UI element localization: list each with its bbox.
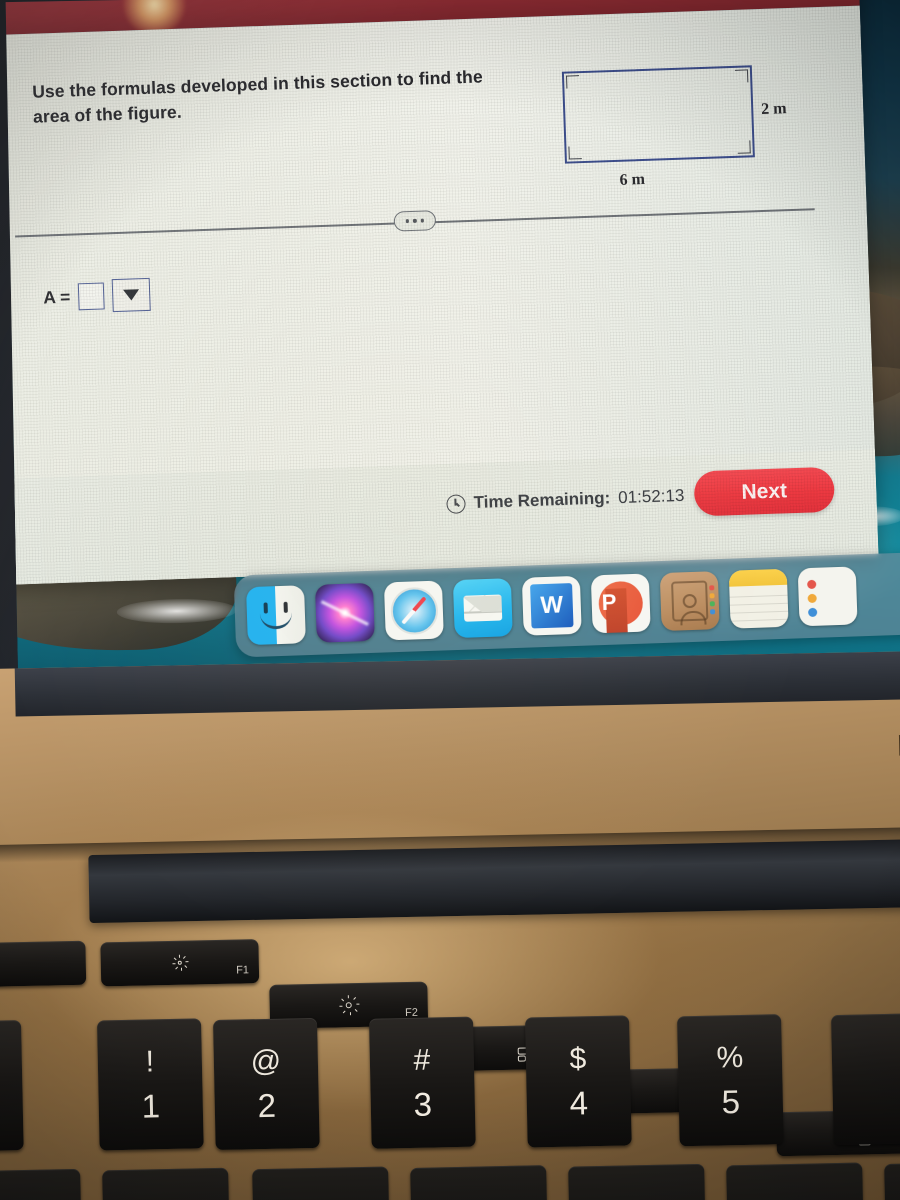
key-tab[interactable] (0, 1168, 83, 1200)
laptop-lid: Use the formulas developed in this secti… (0, 0, 900, 719)
key-y[interactable] (884, 1161, 900, 1200)
dock-item-notes[interactable] (728, 568, 789, 629)
laptop-screen: Use the formulas developed in this secti… (5, 0, 900, 671)
person-icon (682, 593, 697, 609)
photograph-of-laptop: Use the formulas developed in this secti… (0, 0, 900, 1200)
key-4-number: 4 (569, 1083, 589, 1122)
powerpoint-letter: P (601, 589, 617, 616)
dock-item-siri[interactable] (314, 582, 375, 643)
right-angle-icon (734, 69, 749, 83)
time-remaining-label: Time Remaining: (473, 488, 611, 512)
notes-line (730, 610, 789, 614)
key-w[interactable] (252, 1166, 391, 1200)
laptop-keyboard: esc F1 (0, 905, 900, 1200)
key-tilde[interactable] (0, 1020, 24, 1152)
dot-icon (413, 219, 417, 223)
key-f1[interactable]: F1 (100, 939, 260, 987)
key-3-symbol: # (413, 1043, 431, 1077)
key-5-symbol: % (716, 1040, 744, 1075)
next-button[interactable]: Next (693, 466, 835, 517)
reminders-icon (807, 593, 817, 604)
answer-label: A = (42, 286, 71, 308)
safari-icon (389, 586, 439, 635)
dock-item-powerpoint[interactable]: P (590, 573, 651, 634)
notes-line (729, 594, 788, 598)
key-1-symbol: ! (145, 1044, 155, 1078)
contacts-tabs-icon (709, 585, 716, 617)
time-remaining-value: 01:52:13 (617, 485, 685, 508)
notes-line (730, 618, 789, 622)
question-prompt: Use the formulas developed in this secti… (31, 66, 484, 127)
dock-item-mail[interactable] (452, 578, 513, 639)
figure-height-label: 2 m (760, 100, 787, 118)
key-4-symbol: $ (569, 1041, 587, 1076)
key-1-number: 1 (141, 1086, 161, 1125)
rectangle-shape (561, 65, 755, 164)
answer-input[interactable] (77, 282, 105, 311)
dock-item-contacts[interactable] (659, 571, 720, 632)
key-4[interactable]: $ 4 (525, 1015, 632, 1148)
right-angle-icon (737, 140, 751, 154)
key-q[interactable] (102, 1167, 231, 1200)
key-6[interactable] (831, 1013, 900, 1146)
key-2-number: 2 (257, 1086, 277, 1124)
notes-line (729, 602, 788, 606)
dot-icon (405, 219, 410, 223)
figure-diagram: 2 m 6 m (553, 51, 818, 200)
key-r[interactable] (568, 1163, 707, 1200)
contacts-icon (671, 580, 709, 622)
key-5-number: 5 (721, 1082, 741, 1120)
chevron-down-icon (123, 289, 140, 301)
reminders-icon (807, 579, 817, 590)
laptop-brand-text: Ma (896, 728, 900, 763)
app-content-area: Use the formulas developed in this secti… (5, 5, 879, 586)
notes-icon (728, 568, 788, 587)
clock-icon (446, 493, 466, 514)
dock-item-safari[interactable] (383, 580, 444, 641)
key-f1-label: F1 (236, 964, 250, 977)
dock-item-word[interactable]: W (521, 575, 582, 636)
envelope-flap-icon (463, 594, 503, 622)
time-remaining-group: Time Remaining: 01:52:13 (446, 485, 685, 514)
word-icon: W (530, 583, 574, 629)
figure-width-label: 6 m (619, 170, 646, 189)
key-t[interactable] (726, 1162, 865, 1200)
compass-needle-icon (401, 596, 427, 625)
key-2-symbol: @ (250, 1044, 282, 1078)
key-1[interactable]: ! 1 (96, 1018, 204, 1151)
finder-icon (259, 611, 293, 630)
key-5[interactable]: % 5 (677, 1014, 784, 1147)
section-divider (15, 197, 815, 246)
right-angle-icon (568, 146, 582, 160)
key-e[interactable] (410, 1165, 549, 1200)
key-esc[interactable]: esc (0, 940, 87, 988)
key-2[interactable]: @ 2 (213, 1017, 320, 1151)
reminders-icon (808, 607, 818, 618)
key-3-number: 3 (413, 1084, 433, 1123)
key-3[interactable]: # 3 (369, 1016, 476, 1149)
courseware-window: Use the formulas developed in this secti… (5, 0, 879, 586)
more-options-button[interactable] (393, 210, 437, 232)
right-angle-icon (566, 75, 580, 89)
unit-select[interactable] (111, 277, 151, 313)
dock-item-reminders[interactable] (797, 566, 858, 627)
dot-icon (420, 218, 425, 223)
dock-item-finder[interactable] (245, 585, 306, 646)
envelope-icon (463, 594, 503, 622)
answer-row: A = (42, 277, 151, 315)
